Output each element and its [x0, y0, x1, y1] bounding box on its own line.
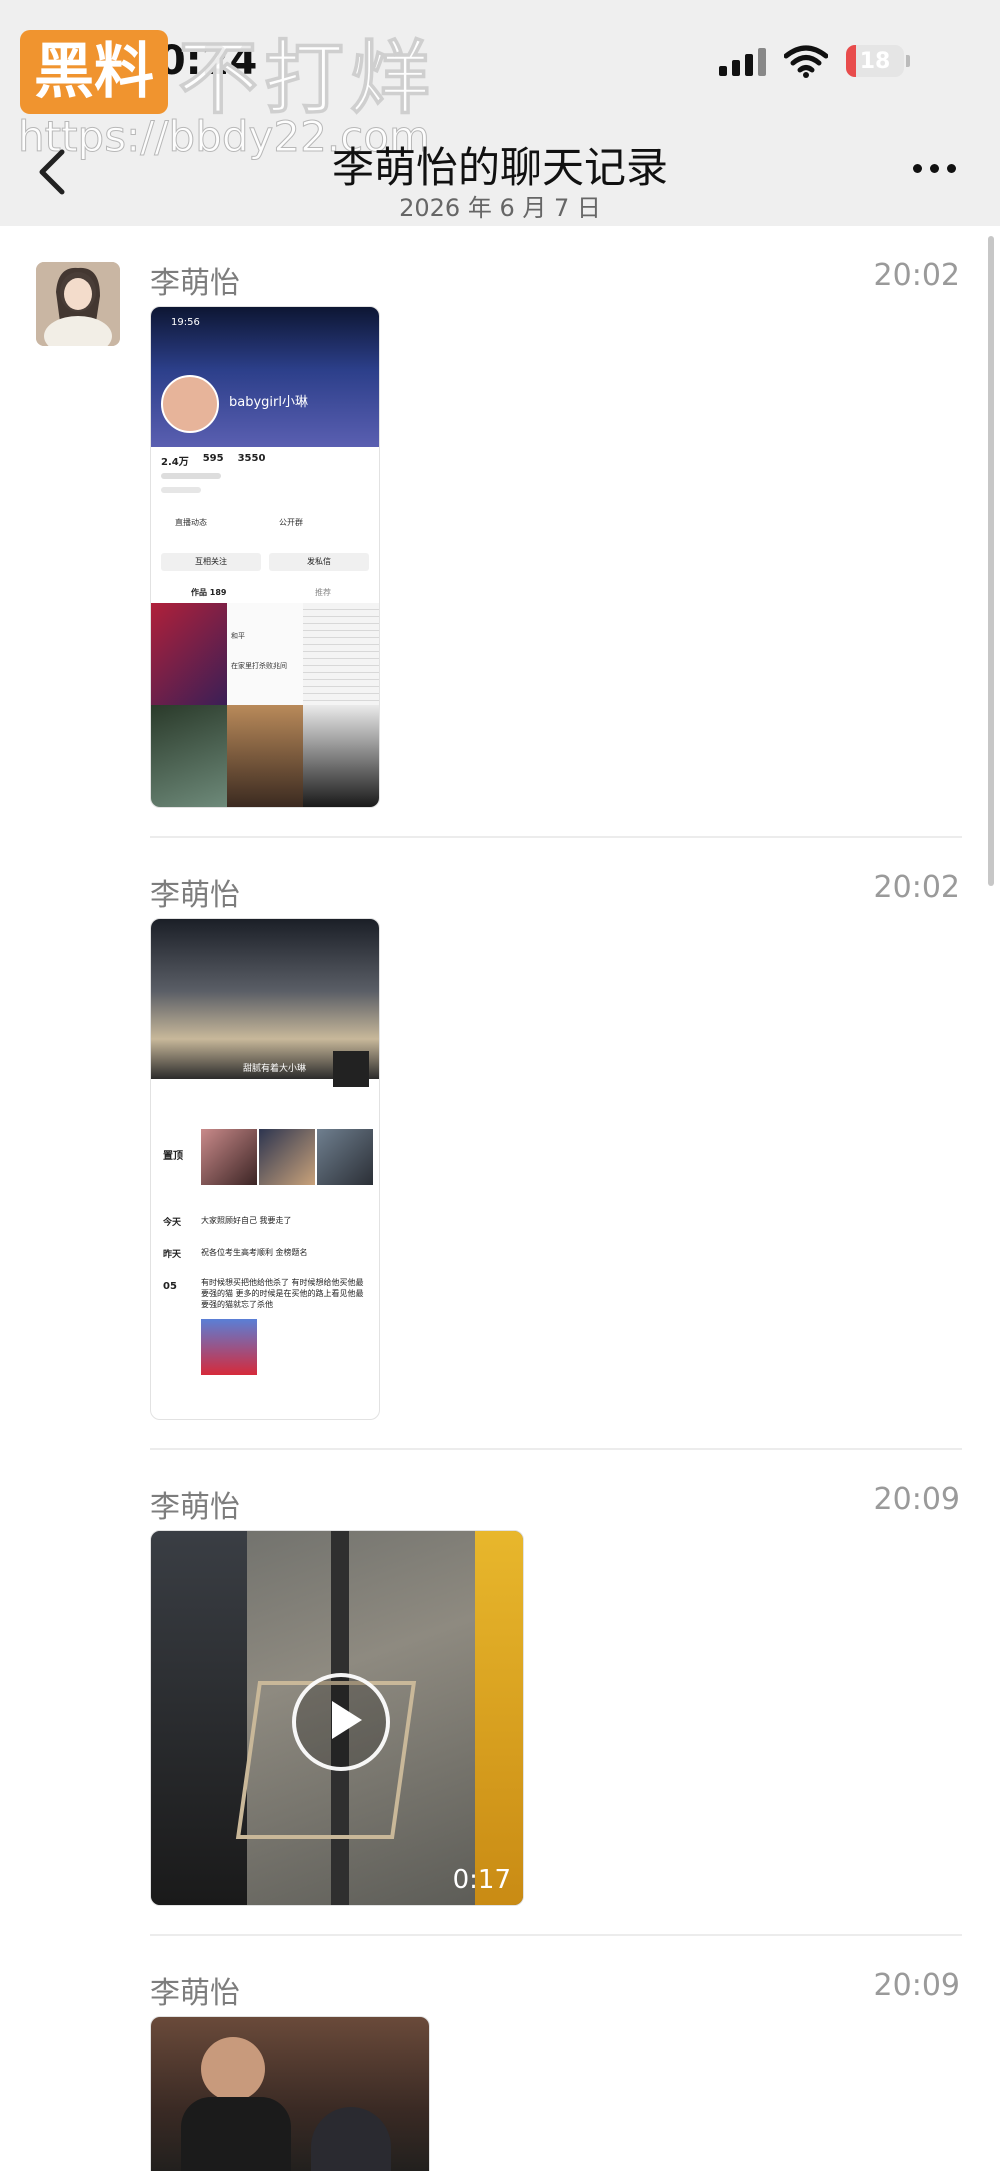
video-message[interactable]: 0:17: [150, 1530, 524, 1906]
mutual-follow-button: 互相关注: [161, 553, 261, 571]
message-time: 20:02: [873, 870, 960, 905]
image-message-photo[interactable]: [150, 2016, 430, 2171]
message-time: 20:02: [873, 258, 960, 293]
screenshot-status-time: 19:56: [171, 317, 200, 328]
row-live-activity: 直播动态: [175, 518, 207, 527]
pinned-label: 置顶: [163, 1151, 183, 1162]
message-time: 20:09: [873, 1968, 960, 2003]
moment-text: 大家照顾好自己 我要走了: [201, 1216, 292, 1225]
profile-tag-line: [161, 487, 201, 493]
moments-avatar: [333, 1051, 369, 1087]
stat-likes: 2.4万: [161, 457, 189, 468]
stat-followers: 3550: [237, 453, 266, 464]
grid-thumb: [303, 705, 379, 807]
more-options-icon[interactable]: [913, 164, 956, 173]
sender-name: 李萌怡: [150, 266, 240, 301]
sender-name: 李萌怡: [150, 878, 240, 913]
grid-thumb-caption: 在家里打杀败兆间: [231, 662, 287, 670]
pinned-thumb: [259, 1129, 315, 1185]
profile-bio-line: [161, 473, 221, 479]
grid-thumb: [227, 705, 303, 807]
scrollbar[interactable]: [988, 236, 994, 886]
video-duration: 0:17: [452, 1865, 511, 1895]
watermark-badge: 黑料: [20, 30, 168, 114]
image-message-profile-screenshot[interactable]: 19:56 babygirl小琳 2.4万 595 3550 直播动态 公开群 …: [150, 306, 380, 808]
page-subtitle-date: 2026 年 6 月 7 日: [399, 194, 601, 222]
moment-day: 今天: [163, 1218, 182, 1228]
moment-thumb: [201, 1319, 257, 1375]
send-message-button: 发私信: [269, 553, 369, 571]
page-title: 李萌怡的聊天记录: [331, 143, 668, 192]
message-time: 20:09: [873, 1482, 960, 1517]
works-tab: 作品 189: [191, 588, 227, 597]
profile-stats: 2.4万 595 3550: [161, 453, 265, 468]
video-yellow-edge: [475, 1531, 523, 1905]
image-message-moments-screenshot[interactable]: 甜腻有着大小琳 置顶 今天 大家照顾好自己 我要走了 昨天 祝各位考生高考顺利 …: [150, 918, 380, 1420]
avatar[interactable]: [36, 262, 120, 346]
moment-text: 有时候想买把他给他杀了 有时候想给他买他最要强的猫 更多的时候是在买他的路上看见…: [201, 1278, 364, 1309]
moments-name: 甜腻有着大小琳: [243, 1064, 307, 1074]
profile-username: babygirl小琳: [229, 395, 308, 410]
photo-person-head: [201, 2037, 265, 2101]
message-divider: [150, 836, 962, 838]
wifi-icon: [784, 45, 828, 78]
stat-following: 595: [202, 453, 224, 464]
pinned-thumb: [201, 1129, 257, 1185]
message-divider: [150, 1934, 962, 1936]
grid-thumb-caption: 和平: [231, 632, 245, 640]
recommend-tab: 推荐: [315, 588, 331, 597]
battery-level: 18: [859, 48, 891, 74]
row-public-group: 公开群: [279, 518, 303, 527]
moment-day: 昨天: [163, 1250, 182, 1260]
photo-second-person: [311, 2107, 391, 2171]
grid-thumb: 和平 在家里打杀败兆间: [227, 603, 303, 705]
moment-day: 05: [163, 1281, 177, 1292]
message-divider: [150, 1448, 962, 1450]
grid-thumb: [151, 705, 227, 807]
status-icons: 18: [719, 44, 910, 78]
profile-avatar: [161, 375, 219, 433]
moment-text: 祝各位考生高考顺利 金榜题名: [201, 1248, 308, 1257]
video-grid: 和平 在家里打杀败兆间: [151, 603, 379, 807]
photo-person-body: [181, 2097, 291, 2171]
battery-cap: [906, 55, 910, 67]
grid-thumb: [151, 603, 227, 705]
pinned-thumb: [317, 1129, 373, 1185]
sender-name: 李萌怡: [150, 1976, 240, 2011]
play-icon[interactable]: [292, 1673, 390, 1771]
sender-name: 李萌怡: [150, 1490, 240, 1525]
video-person-figure: [151, 1531, 247, 1905]
battery-icon: 18: [846, 45, 904, 77]
grid-thumb: [303, 603, 379, 705]
cellular-signal-icon: [719, 46, 766, 76]
